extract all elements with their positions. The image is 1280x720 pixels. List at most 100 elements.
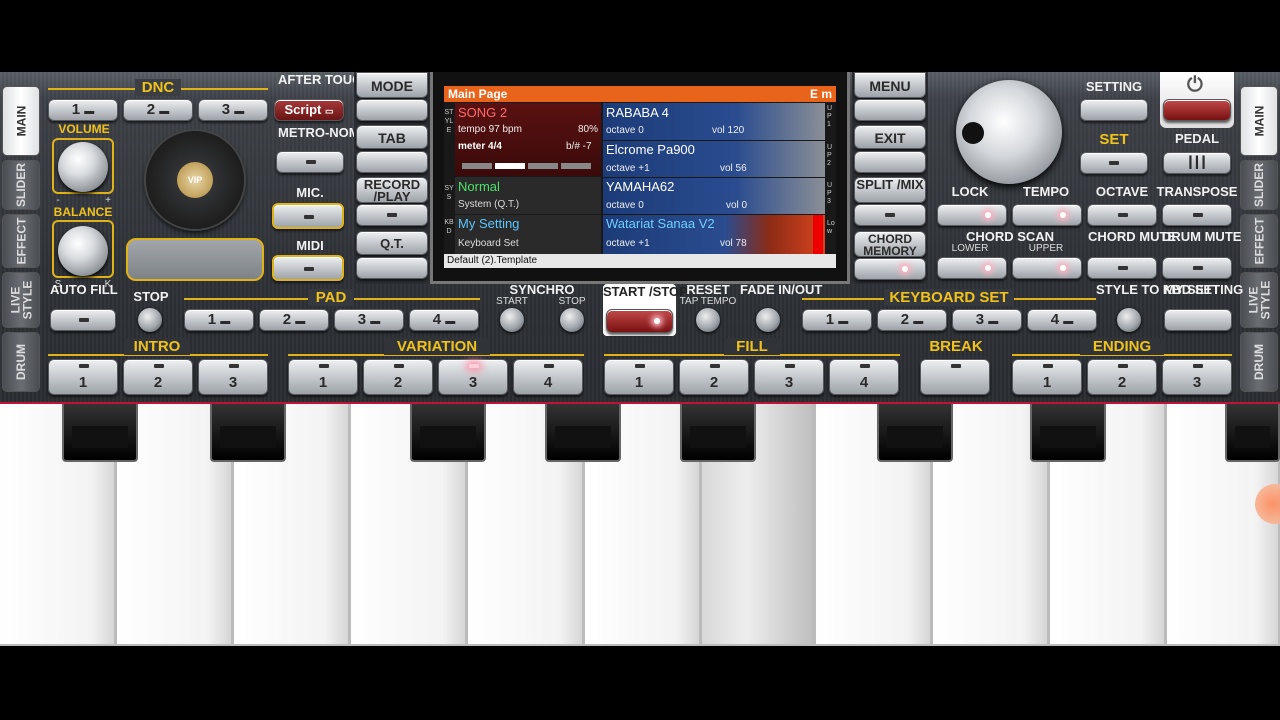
tab-slider-right[interactable]: SLIDER (1240, 160, 1278, 210)
variation-button-4[interactable]: 4 (513, 359, 583, 395)
ending-button-1[interactable]: 1 (1012, 359, 1082, 395)
mode-action-button[interactable] (356, 99, 428, 121)
tab-button[interactable]: TAB (356, 125, 428, 149)
power-button[interactable] (1163, 99, 1231, 121)
dnc-button-3[interactable]: 3 ▬ (198, 99, 268, 121)
dnc-button-1[interactable]: 1 ▬ (48, 99, 118, 121)
tab-main-left[interactable]: MAIN (2, 86, 40, 156)
drum-mute-button[interactable] (1162, 257, 1232, 279)
beat-indicator-1 (462, 163, 492, 169)
tab-live-style-left[interactable]: LIVE STYLE (2, 272, 40, 328)
record-play-button[interactable]: RECORD /PLAY (356, 177, 428, 203)
keyboard-set-button-3[interactable]: 3 ▬ (952, 309, 1022, 331)
start-stop-button[interactable] (606, 309, 673, 333)
volume-knob[interactable] (58, 142, 108, 192)
low-voice-indicator (813, 215, 823, 254)
dnc-button-2[interactable]: 2 ▬ (123, 99, 193, 121)
tab-effect-left[interactable]: EFFECT (2, 214, 40, 268)
pedal-button[interactable]: ┃┃┃ (1163, 152, 1231, 174)
fill-button-4[interactable]: 4 (829, 359, 899, 395)
tab-slider-left[interactable]: SLIDER (2, 160, 40, 210)
mode-button[interactable]: MODE (356, 72, 428, 98)
keyboard-set-button-2[interactable]: 2 ▬ (877, 309, 947, 331)
split-mix-action-button[interactable] (854, 204, 926, 226)
variation-button-3[interactable]: 3 (438, 359, 508, 395)
black-key[interactable] (410, 404, 486, 462)
menu-action-button[interactable] (854, 99, 926, 121)
black-key[interactable] (1030, 404, 1106, 462)
synchro-stop-button[interactable] (560, 308, 584, 332)
chord-memory-action-button[interactable] (854, 258, 926, 280)
chord-memory-button[interactable]: CHORD MEMORY (854, 231, 926, 257)
button-label: 4 (543, 374, 553, 391)
pad-stop-button[interactable] (138, 308, 162, 332)
record-play-action-button[interactable] (356, 204, 428, 226)
chord-scan-upper-button[interactable] (1012, 257, 1082, 279)
black-key[interactable] (1225, 404, 1280, 462)
black-key[interactable] (210, 404, 286, 462)
tab-label: EFFECT (1252, 217, 1267, 265)
black-key[interactable] (680, 404, 756, 462)
chord-mute-button[interactable] (1087, 257, 1157, 279)
auto-fill-button[interactable] (50, 309, 116, 331)
tap-tempo-button[interactable] (696, 308, 720, 332)
fill-button-2[interactable]: 2 (679, 359, 749, 395)
balance-knob[interactable] (58, 226, 108, 276)
set-button[interactable] (1080, 152, 1148, 174)
split-mix-button[interactable]: SPLIT /MIX (854, 177, 926, 203)
variation-button-2[interactable]: 2 (363, 359, 433, 395)
pad-button-3[interactable]: 3 ▬ (334, 309, 404, 331)
black-key[interactable] (545, 404, 621, 462)
tab-drum-left[interactable]: DRUM (2, 332, 40, 392)
fill-label: FILL (724, 338, 780, 355)
break-button[interactable] (920, 359, 990, 395)
script-button[interactable]: Script ▭ (274, 99, 344, 121)
intro-button-2[interactable]: 2 (123, 359, 193, 395)
style-to-kbd-button[interactable] (1117, 308, 1141, 332)
dial-grip (962, 122, 984, 144)
fill-button-1[interactable]: 1 (604, 359, 674, 395)
tempo-button[interactable] (1012, 204, 1082, 226)
touch-pad[interactable] (126, 238, 264, 281)
black-key[interactable] (62, 404, 138, 462)
my-setting-button[interactable] (1164, 309, 1232, 331)
lock-button[interactable] (937, 204, 1007, 226)
tab-main-right[interactable]: MAIN (1240, 86, 1278, 156)
qt-button[interactable]: Q.T. (356, 231, 428, 255)
pad-button-4[interactable]: 4 ▬ (409, 309, 479, 331)
pad-button-1[interactable]: 1 ▬ (184, 309, 254, 331)
pad-button-2[interactable]: 2 ▬ (259, 309, 329, 331)
tab-drum-right[interactable]: DRUM (1240, 332, 1278, 392)
black-key[interactable] (877, 404, 953, 462)
fade-button[interactable] (756, 308, 780, 332)
tab-effect-right[interactable]: EFFECT (1240, 214, 1278, 268)
fill-button-3[interactable]: 3 (754, 359, 824, 395)
keyboard-set-button-4[interactable]: 4 ▬ (1027, 309, 1097, 331)
intro-button-3[interactable]: 3 (198, 359, 268, 395)
qt-action-button[interactable] (356, 257, 428, 279)
start-stop-label: START /STOP (603, 284, 688, 299)
menu-button[interactable]: MENU (854, 72, 926, 98)
metronome-label: METRO-NOME (278, 125, 369, 140)
midi-button[interactable] (272, 255, 344, 281)
chord-scan-lower-button[interactable] (937, 257, 1007, 279)
intro-button-1[interactable]: 1 (48, 359, 118, 395)
setting-button[interactable] (1080, 99, 1148, 121)
metronome-button[interactable] (276, 151, 344, 173)
ending-button-3[interactable]: 3 (1162, 359, 1232, 395)
tab-action-button[interactable] (356, 151, 428, 173)
tab-live-style-right[interactable]: LIVE STYLE (1240, 272, 1278, 328)
keyboard-set-button-1[interactable]: 1 ▬ (802, 309, 872, 331)
exit-button[interactable]: EXIT (854, 125, 926, 149)
octave-button[interactable] (1087, 204, 1157, 226)
beat-indicator-3 (528, 163, 558, 169)
transpose-button[interactable] (1162, 204, 1232, 226)
button-label: 3 (784, 374, 794, 391)
synchro-start-button[interactable] (500, 308, 524, 332)
mic-button[interactable] (272, 203, 344, 229)
beat-indicator-4 (561, 163, 591, 169)
button-label: 1 (634, 374, 644, 391)
exit-action-button[interactable] (854, 151, 926, 173)
ending-button-2[interactable]: 2 (1087, 359, 1157, 395)
variation-button-1[interactable]: 1 (288, 359, 358, 395)
